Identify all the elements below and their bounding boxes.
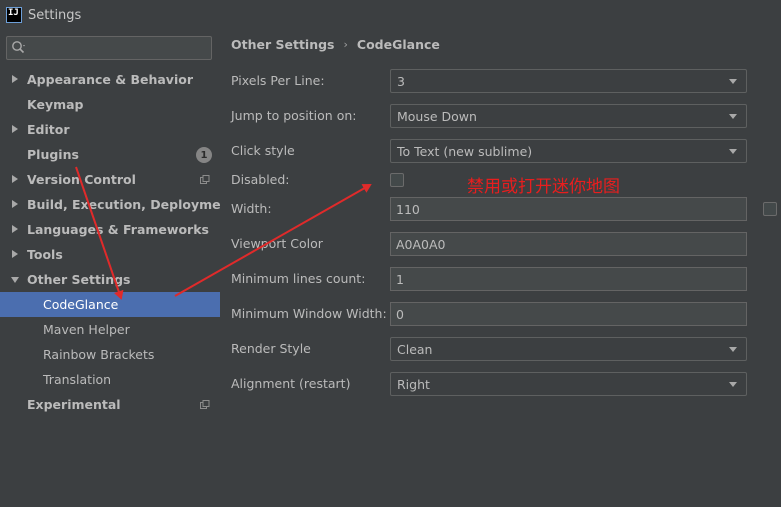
min-lines-count-input[interactable] [396,271,736,287]
tree-item-editor[interactable]: Editor [0,117,220,142]
click-style-label: Click style [231,143,295,158]
tree-item-label: Other Settings [27,272,131,287]
tree-item-languages-frameworks[interactable]: Languages & Frameworks [0,217,220,242]
breadcrumb-parent[interactable]: Other Settings [231,37,335,52]
dropdown-value: 3 [397,74,405,89]
chevron-down-icon [729,149,737,154]
viewport-color-label: Viewport Color [231,236,323,251]
expand-arrow-icon[interactable] [12,125,18,133]
tree-item-label: Build, Execution, Deployment [27,197,236,212]
alignment-label: Alignment (restart) [231,376,351,391]
jump-to-position-label: Jump to position on: [231,108,357,123]
tree-item-maven-helper[interactable]: Maven Helper [0,317,220,342]
tree-item-label: Version Control [27,172,136,187]
min-window-width-field[interactable] [390,302,747,326]
chevron-down-icon [729,114,737,119]
width-checkbox[interactable] [763,202,777,216]
tree-item-label: Editor [27,122,70,137]
expand-arrow-icon[interactable] [12,75,18,83]
width-label: Width: [231,201,272,216]
intellij-app-icon: IJ [6,7,22,23]
search-input[interactable] [29,39,209,57]
settings-tree: Appearance & Behavior Keymap Editor Plug… [0,67,235,417]
min-lines-count-field[interactable] [390,267,747,291]
expand-arrow-icon[interactable] [12,200,18,208]
width-field[interactable] [390,197,747,221]
tree-item-build-execution-deployment[interactable]: Build, Execution, Deployment [0,192,235,217]
search-icon [12,41,25,54]
copy-icon [200,175,210,184]
copy-icon [200,400,210,409]
dropdown-value: To Text (new sublime) [397,144,533,159]
tree-item-label: CodeGlance [43,297,119,312]
tree-item-label: Languages & Frameworks [27,222,209,237]
min-lines-count-label: Minimum lines count: [231,271,366,286]
settings-sidebar: Appearance & Behavior Keymap Editor Plug… [0,30,235,507]
alignment-dropdown[interactable]: Right [390,372,747,396]
breadcrumb-current: CodeGlance [356,37,440,52]
tree-item-label: Tools [27,247,63,262]
tree-item-label: Experimental [27,397,121,412]
viewport-color-input[interactable] [396,236,736,252]
tree-item-label: Translation [43,372,112,387]
viewport-color-field[interactable] [390,232,747,256]
tree-item-label: Keymap [27,97,84,112]
tree-item-label: Plugins [27,147,79,162]
dropdown-value: Right [397,377,430,392]
title-bar: IJ Settings [0,0,781,30]
window-title: Settings [28,7,82,23]
tree-item-tools[interactable]: Tools [0,242,220,267]
min-window-width-input[interactable] [396,306,736,322]
dropdown-value: Clean [397,342,433,357]
pixels-per-line-dropdown[interactable]: 3 [390,69,747,93]
expand-arrow-icon[interactable] [12,225,18,233]
width-input[interactable] [396,201,736,217]
min-window-width-label: Minimum Window Width: [231,306,387,321]
tree-item-codeglance[interactable]: CodeGlance [0,292,220,317]
expand-arrow-icon[interactable] [12,250,18,258]
collapse-arrow-icon[interactable] [11,277,19,283]
render-style-dropdown[interactable]: Clean [390,337,747,361]
tree-item-experimental[interactable]: Experimental [0,392,220,417]
chevron-down-icon [729,347,737,352]
click-style-dropdown[interactable]: To Text (new sublime) [390,139,747,163]
chevron-down-icon [729,79,737,84]
tree-item-keymap[interactable]: Keymap [0,92,220,117]
chevron-down-icon [729,382,737,387]
tree-item-translation[interactable]: Translation [0,367,220,392]
tree-item-appearance-behavior[interactable]: Appearance & Behavior [0,67,220,92]
breadcrumb: Other Settings › CodeGlance [231,37,440,52]
disabled-checkbox[interactable] [390,173,404,187]
tree-item-plugins[interactable]: Plugins 1 [0,142,220,167]
disabled-label: Disabled: [231,172,290,187]
tree-item-other-settings[interactable]: Other Settings [0,267,220,292]
search-box[interactable] [6,36,212,60]
breadcrumb-separator-icon: › [343,38,348,51]
jump-to-position-dropdown[interactable]: Mouse Down [390,104,747,128]
tree-item-label: Appearance & Behavior [27,72,193,87]
codeglance-settings-panel: Other Settings › CodeGlance Pixels Per L… [220,30,781,507]
annotation-text: 禁用或打开迷你地图 [467,177,620,197]
dropdown-value: Mouse Down [397,109,477,124]
render-style-label: Render Style [231,341,311,356]
tree-item-rainbow-brackets[interactable]: Rainbow Brackets [0,342,220,367]
tree-item-label: Rainbow Brackets [43,347,155,362]
tree-item-label: Maven Helper [43,322,130,337]
pixels-per-line-label: Pixels Per Line: [231,73,325,88]
tree-item-version-control[interactable]: Version Control [0,167,220,192]
update-count-badge: 1 [196,147,212,163]
expand-arrow-icon[interactable] [12,175,18,183]
